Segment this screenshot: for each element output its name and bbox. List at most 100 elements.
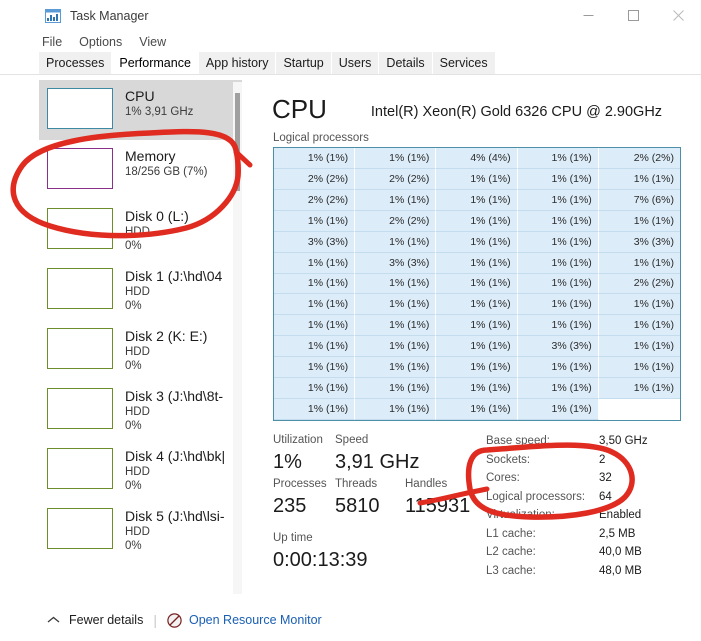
sidebar-item-disk-1[interactable]: Disk 1 (J:\hd\04 HDD 0% [39,260,242,320]
sidebar-item-disk-2[interactable]: Disk 2 (K: E:) HDD 0% [39,320,242,380]
sidebar-scrollbar-thumb[interactable] [235,93,240,191]
sidebar-item-label: Disk 5 (J:\hd\lsi- [125,508,225,524]
sidebar-item-usage: 0% [125,480,142,492]
spec-value: 48,0 MB [599,564,642,577]
chevron-up-icon [47,613,60,627]
uptime-label: Up time [273,532,313,544]
sidebar-item-disk-4[interactable]: Disk 4 (J:\hd\bk| HDD 0% [39,440,242,500]
spec-label: Logical processors: [486,490,586,503]
logical-processor-cell: 1% (1%) [436,189,518,211]
logical-processor-cell [598,399,680,420]
tab-processes[interactable]: Processes [39,52,112,74]
logical-processor-cell: 1% (1%) [598,252,680,274]
minimize-button[interactable] [566,0,611,31]
logical-processor-cell: 1% (1%) [355,189,437,211]
logical-processor-cell: 1% (1%) [274,273,356,295]
logical-processor-cell: 1% (1%) [436,399,518,420]
logical-processor-cell: 1% (1%) [517,210,599,232]
cpu-header: CPU Intel(R) Xeon(R) Gold 6326 CPU @ 2.9… [272,94,692,125]
logical-processor-cell: 1% (1%) [517,252,599,274]
logical-processor-cell: 4% (4%) [436,148,518,169]
logical-processor-cell: 3% (3%) [355,252,437,274]
spec-row-l1-cache: L1 cache: 2,5 MB [486,525,701,544]
sidebar-item-disk-5[interactable]: Disk 5 (J:\hd\lsi- HDD 0% [39,500,242,560]
spec-label: L3 cache: [486,564,536,577]
spec-row-sockets: Sockets: 2 [486,451,701,470]
tab-details[interactable]: Details [379,52,432,74]
disk-thumbnail-graph [47,388,113,429]
logical-processor-cell: 1% (1%) [517,357,599,379]
logical-processor-cell: 1% (1%) [517,399,599,420]
sidebar-item-subtext: HDD [125,346,150,358]
menu-item-options[interactable]: Options [79,35,122,49]
logical-processor-cell: 1% (1%) [436,168,518,190]
logical-processor-cell: 1% (1%) [355,294,437,316]
logical-processor-cell: 1% (1%) [598,315,680,337]
logical-processor-cell: 1% (1%) [598,210,680,232]
maximize-button[interactable] [611,0,656,31]
sidebar-item-usage: 0% [125,240,142,252]
sidebar-item-usage: 0% [125,300,142,312]
sidebar-item-subtext: 1% 3,91 GHz [125,106,194,118]
tab-users[interactable]: Users [331,52,379,74]
sidebar-item-label: Disk 2 (K: E:) [125,328,208,344]
sidebar-item-usage: 0% [125,420,142,432]
logical-processor-cell: 1% (1%) [274,399,356,420]
logical-processor-cell: 1% (1%) [355,273,437,295]
disk-thumbnail-graph [47,448,113,489]
logical-processor-cell: 1% (1%) [598,336,680,358]
spec-row-l3-cache: L3 cache: 48,0 MB [486,562,701,581]
logical-processor-cell: 1% (1%) [274,252,356,274]
handles-label: Handles [405,478,448,490]
menu-item-file[interactable]: File [42,35,62,49]
cpu-stats: Utilization 1% Speed 3,91 GHz Processes … [273,432,483,574]
speed-value: 3,91 GHz [335,451,420,473]
logical-processor-cell: 2% (2%) [598,148,680,169]
logical-processor-cell: 1% (1%) [355,148,437,169]
logical-processor-cell: 1% (1%) [355,231,437,253]
logical-processor-cell: 3% (3%) [598,231,680,253]
logical-processor-cell: 1% (1%) [436,315,518,337]
spec-value: 40,0 MB [599,546,642,558]
sidebar-item-disk-3[interactable]: Disk 3 (J:\hd\8t- HDD 0% [39,380,242,440]
page-title: CPU [272,94,327,124]
logical-processor-cell: 1% (1%) [355,315,437,337]
logical-processor-cell: 1% (1%) [436,336,518,358]
footer-divider: | [153,612,157,628]
logical-processor-cell: 2% (2%) [355,168,437,190]
logical-processor-cell: 1% (1%) [517,189,599,211]
logical-processor-cell: 1% (1%) [517,378,599,400]
spec-row-base-speed: Base speed: 3,50 GHz [486,432,701,451]
sidebar-item-subtext: HDD [125,226,150,238]
sidebar-item-memory[interactable]: Memory 18/256 GB (7%) [39,140,242,200]
task-manager-window: Task Manager File Options View Processes… [0,0,701,641]
logical-processor-cell: 1% (1%) [274,378,356,400]
close-button[interactable] [656,0,701,31]
cpu-detail-panel: CPU Intel(R) Xeon(R) Gold 6326 CPU @ 2.9… [258,80,701,599]
uptime-value: 0:00:13:39 [273,549,368,571]
logical-processor-cell: 7% (6%) [598,189,680,211]
threads-value: 5810 [335,495,380,517]
spec-label: Sockets: [486,453,531,466]
cpu-model-name: Intel(R) Xeon(R) Gold 6326 CPU @ 2.90GHz [370,104,663,120]
spec-label: Cores: [486,472,520,484]
spec-value: 2 [599,453,606,466]
sidebar-item-cpu[interactable]: CPU 1% 3,91 GHz [39,80,242,140]
taskmanager-icon [44,7,61,24]
fewer-details-button[interactable]: Fewer details [69,613,143,627]
spec-value: 3,50 GHz [599,435,648,447]
menu-item-view[interactable]: View [139,35,166,49]
tab-app-history[interactable]: App history [198,52,276,74]
sidebar-item-disk-0[interactable]: Disk 0 (L:) HDD 0% [39,200,242,260]
spec-row-cores: Cores: 32 [486,469,701,488]
spec-label: L2 cache: [486,546,536,558]
logical-processor-cell: 1% (1%) [436,273,518,295]
tab-performance[interactable]: Performance [112,52,198,74]
tab-startup[interactable]: Startup [276,52,331,74]
performance-sidebar[interactable]: CPU 1% 3,91 GHz Memory 18/256 GB (7%) Di… [39,80,242,599]
spec-label: Virtualization: [486,509,555,521]
open-resource-monitor-link[interactable]: Open Resource Monitor [189,613,322,627]
spec-row-logical-processors: Logical processors: 64 [486,488,701,507]
tab-services[interactable]: Services [432,52,495,74]
logical-processor-cell: 1% (1%) [355,399,437,420]
